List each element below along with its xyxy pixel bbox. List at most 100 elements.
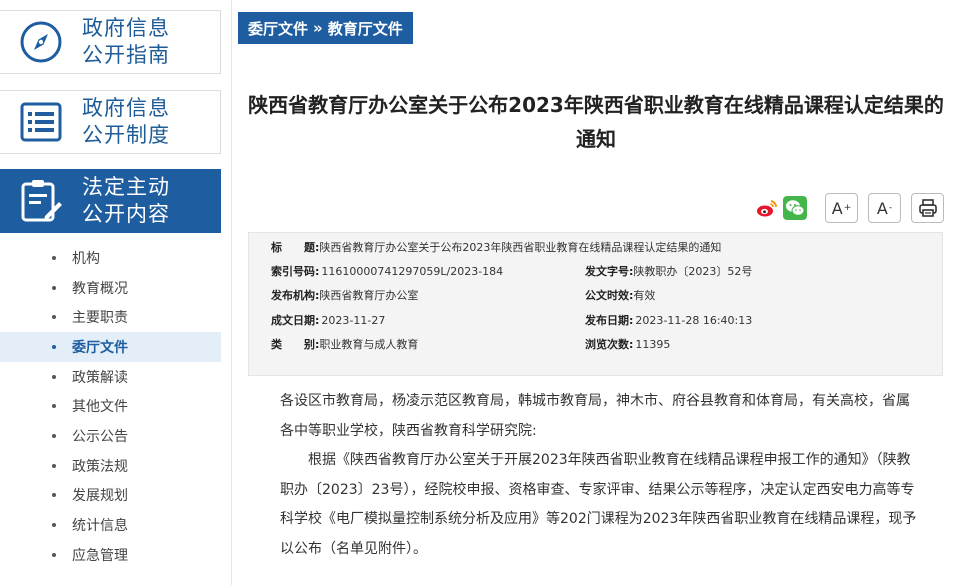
wechat-share-icon[interactable] — [783, 196, 807, 220]
meta-row-category: 类 别: 职业教育与成人教育 — [271, 336, 418, 352]
bullet-icon — [52, 344, 56, 349]
meta-row-title: 标 题: 陕西省教育厅办公室关于公布2023年陕西省职业教育在线精品课程认定结果… — [271, 239, 721, 255]
sidebar-item-policy-interpretation[interactable]: 政策解读 — [0, 362, 221, 392]
sidebar-item-label: 公示公告 — [72, 428, 128, 445]
sidebar-item-label: 其他文件 — [72, 399, 128, 416]
sidebar-card-statutory-content[interactable]: 法定主动 公开内容 — [0, 169, 221, 233]
bullet-icon — [52, 374, 56, 379]
body-paragraph: 各设区市教育局，杨凌示范区教育局，韩城市教育局，神木市、府谷县教育和体育局，有关… — [280, 387, 920, 446]
body-line: 职办〔2023〕23号），经院校申报、资格审查、专家评审、结果公示等程序，决定认… — [280, 481, 915, 498]
meta-value: 陕西省教育厅办公室 — [319, 289, 419, 302]
sidebar-item-label: 教育概况 — [72, 280, 128, 297]
list-document-icon — [0, 101, 82, 143]
sidebar-item-label: 应急管理 — [72, 547, 128, 564]
page-title-line: 通知 — [576, 127, 616, 151]
body-paragraph: 根据《陕西省教育厅办公室关于开展2023年陕西省职业教育在线精品课程申报工作的通… — [280, 446, 920, 564]
breadcrumb-link-department-documents[interactable]: 委厅文件 — [248, 18, 308, 39]
sidebar-card-label: 政府信息 公开指南 — [82, 16, 170, 67]
breadcrumb-link-education-department-documents[interactable]: 教育厅文件 — [328, 18, 403, 39]
sidebar-item-main-duties[interactable]: 主要职责 — [0, 302, 221, 332]
article-body: 各设区市教育局，杨凌示范区教育局，韩城市教育局，神木市、府谷县教育和体育局，有关… — [280, 387, 920, 564]
sidebar-card-disclosure-system[interactable]: 政府信息 公开制度 — [0, 90, 221, 154]
meta-row-views: 浏览次数: 11395 — [585, 336, 670, 352]
main-content: 委厅文件 » 教育厅文件 陕西省教育厅办公室关于公布2023年陕西省职业教育在线… — [238, 0, 954, 585]
bullet-icon — [52, 433, 56, 438]
sidebar-card-label: 法定主动 公开内容 — [82, 175, 170, 226]
font-decrease-button[interactable]: A- — [868, 193, 901, 223]
page-title-line: 陕西省教育厅办公室关于公布2023年陕西省职业教育在线精品课程认定结果的 — [248, 93, 944, 117]
body-line: 各中等职业学校，陕西省教育科学研究院: — [280, 422, 537, 439]
compass-icon — [0, 20, 82, 64]
font-increase-button[interactable]: A + — [825, 193, 858, 223]
sidebar-item-institution[interactable]: 机构 — [0, 243, 221, 273]
meta-row-validity: 公文时效: 有效 — [585, 287, 655, 303]
meta-row-written-date: 成文日期: 2023-11-27 — [271, 312, 385, 328]
bullet-icon — [52, 523, 56, 528]
sidebar-nav-list: 机构 教育概况 主要职责 委厅文件 政策解读 其他文件 公示公告 政策法规 发展… — [0, 243, 221, 570]
meta-value: 11610000741297059L/2023-184 — [321, 264, 504, 278]
meta-key: 索引号码: — [271, 265, 320, 278]
printer-icon — [918, 199, 937, 217]
sidebar-item-label: 机构 — [72, 250, 100, 267]
sidebar-item-label: 委厅文件 — [72, 339, 128, 356]
sidebar-item-other-documents[interactable]: 其他文件 — [0, 391, 221, 421]
sidebar-item-statistics[interactable]: 统计信息 — [0, 510, 221, 540]
sidebar-item-emergency-management[interactable]: 应急管理 — [0, 540, 221, 570]
sidebar-item-label: 发展规划 — [72, 488, 128, 505]
body-line: 科学校《电厂模拟量控制系统分析及应用》等202门课程为2023年陕西省职业教育在… — [280, 511, 917, 527]
font-decrease-sup: - — [888, 203, 893, 213]
sidebar-card-label: 政府信息 公开制度 — [82, 96, 170, 147]
article-toolbar: A + A- — [751, 193, 944, 223]
print-button[interactable] — [911, 193, 944, 223]
page-title: 陕西省教育厅办公室关于公布2023年陕西省职业教育在线精品课程认定结果的 通知 — [238, 88, 954, 156]
sidebar-item-development-planning[interactable]: 发展规划 — [0, 481, 221, 511]
meta-value: 陕西省教育厅办公室关于公布2023年陕西省职业教育在线精品课程认定结果的通知 — [319, 241, 722, 254]
meta-key: 浏览次数: — [585, 338, 634, 351]
meta-key: 发文字号: — [585, 265, 634, 278]
meta-key: 发布日期: — [585, 314, 634, 327]
sidebar-item-policies-regulations[interactable]: 政策法规 — [0, 451, 221, 481]
meta-row-issuer: 发布机构: 陕西省教育厅办公室 — [271, 287, 418, 303]
body-line: 根据《陕西省教育厅办公室关于开展2023年陕西省职业教育在线精品课程申报工作的通… — [308, 452, 911, 468]
vertical-divider — [231, 0, 232, 585]
sidebar-item-education-overview[interactable]: 教育概况 — [0, 273, 221, 303]
meta-value: 有效 — [633, 289, 656, 302]
bullet-icon — [52, 552, 56, 557]
body-line: 各设区市教育局，杨凌示范区教育局，韩城市教育局，神木市、府谷县教育和体育局，有关… — [280, 393, 910, 409]
meta-value: 2023-11-28 16:40:13 — [635, 313, 753, 327]
document-metadata-box: 标 题: 陕西省教育厅办公室关于公布2023年陕西省职业教育在线精品课程认定结果… — [248, 232, 943, 376]
bullet-icon — [52, 315, 56, 320]
breadcrumb: 委厅文件 » 教育厅文件 — [238, 12, 413, 44]
meta-value: 陕教职办〔2023〕52号 — [633, 265, 753, 278]
sidebar-item-label: 主要职责 — [72, 310, 128, 327]
bullet-icon — [52, 404, 56, 409]
sidebar-item-department-documents[interactable]: 委厅文件 — [0, 332, 221, 362]
sidebar-item-label: 政策解读 — [72, 369, 128, 386]
body-line: 以公布（名单见附件）。 — [280, 540, 427, 557]
meta-key: 发布机构: — [271, 289, 320, 302]
bullet-icon — [52, 493, 56, 498]
meta-value: 2023-11-27 — [321, 313, 386, 327]
bullet-icon — [52, 255, 56, 260]
sidebar-item-label: 统计信息 — [72, 518, 128, 535]
sidebar-card-disclosure-guide[interactable]: 政府信息 公开指南 — [0, 10, 221, 74]
breadcrumb-separator: » — [313, 19, 323, 37]
meta-row-index: 索引号码: 11610000741297059L/2023-184 — [271, 263, 503, 279]
bullet-icon — [52, 285, 56, 290]
sidebar-item-announcements[interactable]: 公示公告 — [0, 421, 221, 451]
sidebar-item-label: 政策法规 — [72, 458, 128, 475]
meta-row-published-date: 发布日期: 2023-11-28 16:40:13 — [585, 312, 752, 328]
font-decrease-label: A — [876, 198, 888, 218]
meta-value: 职业教育与成人教育 — [319, 338, 419, 351]
bullet-icon — [52, 463, 56, 468]
sidebar: 政府信息 公开指南 政府信息 公开制度 法定主动 公开内容 机构 教育概况 主要… — [0, 0, 222, 585]
meta-row-docno: 发文字号: 陕教职办〔2023〕52号 — [585, 263, 752, 279]
meta-key: 公文时效: — [585, 289, 634, 302]
meta-value: 11395 — [635, 337, 671, 351]
meta-key: 类 别: — [271, 338, 320, 351]
font-increase-sup: + — [843, 203, 852, 213]
meta-key: 成文日期: — [271, 314, 320, 327]
font-increase-label: A — [831, 198, 843, 218]
clipboard-edit-icon — [0, 178, 82, 224]
weibo-share-icon[interactable] — [755, 196, 779, 220]
